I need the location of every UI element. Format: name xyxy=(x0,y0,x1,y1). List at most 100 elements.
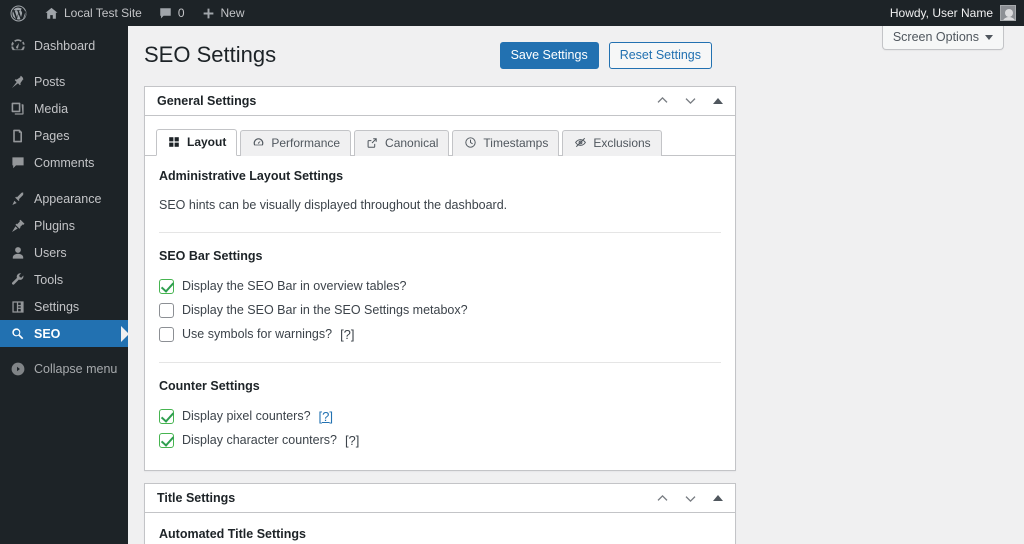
settings-tabs: Layout Performance Canonical Timestamps … xyxy=(145,116,735,156)
checkbox-label: Display the SEO Bar in the SEO Settings … xyxy=(182,303,468,318)
sidebar-item-label: Pages xyxy=(34,128,70,143)
tab-label: Performance xyxy=(271,135,341,150)
checkbox-row: Display character counters? [?] xyxy=(159,430,721,450)
sidebar-item-settings[interactable]: Settings xyxy=(0,293,128,320)
avatar xyxy=(1000,5,1016,21)
sidebar-item-label: Posts xyxy=(34,74,66,89)
menu-separator xyxy=(0,59,128,68)
checkbox-label: Display the SEO Bar in overview tables? xyxy=(182,279,407,294)
dashboard-icon xyxy=(9,37,26,54)
sidebar-item-dashboard[interactable]: Dashboard xyxy=(0,32,128,59)
new-content-menu-item[interactable]: New xyxy=(193,0,253,26)
my-account-menu-item[interactable]: Howdy, User Name xyxy=(890,5,1024,21)
tab-label: Canonical xyxy=(385,135,439,150)
sidebar-item-label: Users xyxy=(34,245,67,260)
postbox-title: General Settings xyxy=(157,93,257,108)
order-higher-icon[interactable] xyxy=(649,485,675,511)
sliders-icon xyxy=(9,298,26,315)
sidebar-item-media[interactable]: Media xyxy=(0,95,128,122)
sidebar-item-pages[interactable]: Pages xyxy=(0,122,128,149)
tab-exclusions[interactable]: Exclusions xyxy=(562,129,662,156)
main-content: Screen Options SEO Settings Save Setting… xyxy=(128,26,1024,544)
page-title: SEO Settings xyxy=(144,42,277,67)
help-tip[interactable]: [?] xyxy=(345,433,359,448)
sidebar-item-seo[interactable]: SEO xyxy=(0,320,129,347)
checkbox-row: Display the SEO Bar in the SEO Settings … xyxy=(159,300,721,320)
order-higher-icon[interactable] xyxy=(649,88,675,114)
checkbox-label: Use symbols for warnings? xyxy=(182,327,333,342)
brush-icon xyxy=(9,190,26,207)
comments-menu-item[interactable]: 0 xyxy=(150,0,193,26)
hidden-icon xyxy=(573,136,587,150)
tab-layout[interactable]: Layout xyxy=(156,128,238,156)
wp-logo-menu-item[interactable] xyxy=(0,0,36,26)
postbox-general-settings: General Settings Layout Performance Cano… xyxy=(144,85,736,472)
sidebar-item-label: SEO xyxy=(34,326,61,341)
title-panel-body: Automated Title Settings The page title … xyxy=(145,513,735,544)
sidebar-item-label: Settings xyxy=(34,299,80,314)
sidebar-item-comments[interactable]: Comments xyxy=(0,149,128,176)
postbox-handle-actions xyxy=(649,485,731,511)
admin-bar: Local Test Site 0 New Howdy, User Name xyxy=(0,0,1024,26)
checkbox-row: Use symbols for warnings? [?] xyxy=(159,324,721,344)
checkbox-row: Display pixel counters? [?] xyxy=(159,406,721,426)
seo-bar-metabox-checkbox[interactable] xyxy=(159,302,174,318)
toggle-panel-icon[interactable] xyxy=(705,88,731,114)
order-lower-icon[interactable] xyxy=(677,485,703,511)
chevron-down-icon xyxy=(985,35,993,40)
order-lower-icon[interactable] xyxy=(677,88,703,114)
sidebar-item-tools[interactable]: Tools xyxy=(0,266,128,293)
postbox-handle-actions xyxy=(649,88,731,114)
seo-bar-overview-tables-checkbox[interactable] xyxy=(159,278,174,294)
section-divider xyxy=(159,232,721,234)
search-icon xyxy=(9,325,26,342)
layout-panel-body: Administrative Layout Settings SEO hints… xyxy=(145,155,735,471)
sidebar-item-users[interactable]: Users xyxy=(0,239,128,266)
tab-label: Layout xyxy=(187,134,227,149)
grid-icon xyxy=(167,135,181,149)
sidebar-item-label: Appearance xyxy=(34,191,102,206)
external-link-icon xyxy=(365,136,379,150)
sidebar-item-posts[interactable]: Posts xyxy=(0,68,128,95)
sidebar-item-label: Dashboard xyxy=(34,38,96,53)
postbox-header: General Settings xyxy=(145,87,735,116)
collapse-menu-button[interactable]: Collapse menu xyxy=(0,355,128,382)
pages-icon xyxy=(9,127,26,144)
tab-label: Timestamps xyxy=(483,135,549,150)
wordpress-logo-icon xyxy=(10,5,27,22)
save-settings-button[interactable]: Save Settings xyxy=(499,41,599,70)
display-character-counters-checkbox[interactable] xyxy=(159,432,174,448)
help-tip-link[interactable]: [?] xyxy=(319,409,333,424)
menu-separator xyxy=(0,176,128,185)
tab-timestamps[interactable]: Timestamps xyxy=(452,129,560,156)
new-content-label: New xyxy=(220,6,245,20)
section-seo-bar: SEO Bar Settings Display the SEO Bar in … xyxy=(159,249,721,344)
sidebar-item-label: Media xyxy=(34,101,69,116)
section-title: Automated Title Settings xyxy=(159,527,307,542)
screen-options-toggle[interactable]: Screen Options xyxy=(881,26,1004,50)
reset-settings-button[interactable]: Reset Settings xyxy=(608,41,712,70)
site-name-menu-item[interactable]: Local Test Site xyxy=(36,0,150,26)
clock-icon xyxy=(463,136,477,150)
postbox-title: Title Settings xyxy=(157,491,236,506)
display-pixel-counters-checkbox[interactable] xyxy=(159,408,174,424)
section-administrative-layout: Administrative Layout Settings SEO hints… xyxy=(159,169,721,215)
collapse-icon xyxy=(9,360,26,377)
tab-performance[interactable]: Performance xyxy=(240,129,352,156)
checkbox-row: Display the SEO Bar in overview tables? xyxy=(159,276,721,296)
checkbox-label: Display character counters? xyxy=(182,433,337,448)
pin-icon xyxy=(9,73,26,90)
tab-canonical[interactable]: Canonical xyxy=(354,129,450,156)
checkbox-label: Display pixel counters? xyxy=(182,409,311,424)
sidebar-item-label: Tools xyxy=(34,272,64,287)
section-counter: Counter Settings Display pixel counters?… xyxy=(159,379,721,450)
sidebar-item-plugins[interactable]: Plugins xyxy=(0,212,128,239)
use-symbols-warnings-checkbox[interactable] xyxy=(159,326,174,342)
wrench-icon xyxy=(9,271,26,288)
user-icon xyxy=(9,244,26,261)
toggle-panel-icon[interactable] xyxy=(705,485,731,511)
comments-icon xyxy=(9,154,26,171)
help-tip[interactable]: [?] xyxy=(340,327,354,342)
admin-menu: Dashboard Posts Media Pages Comments App… xyxy=(0,26,129,544)
sidebar-item-appearance[interactable]: Appearance xyxy=(0,185,128,212)
